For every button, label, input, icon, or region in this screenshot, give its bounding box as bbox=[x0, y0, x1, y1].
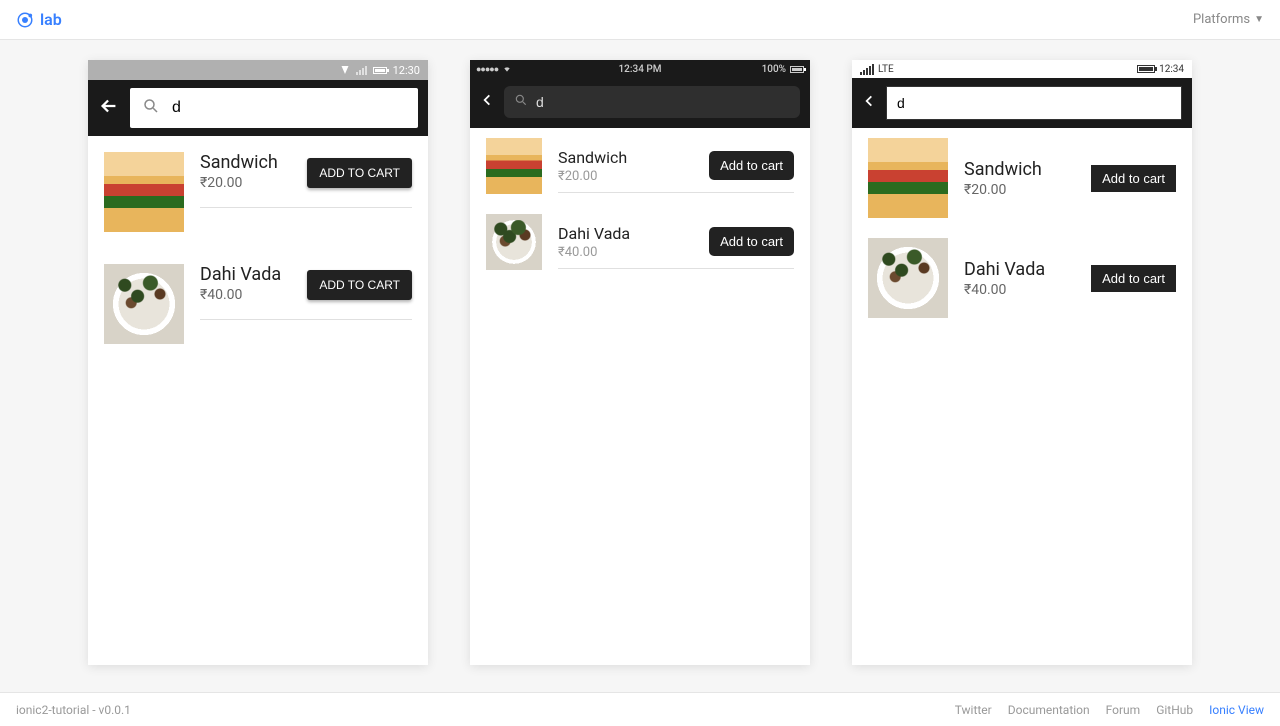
list-item[interactable]: Sandwich ₹20.00 ADD TO CART bbox=[88, 136, 428, 248]
link-ionic-view[interactable]: Ionic View bbox=[1209, 703, 1264, 717]
ios-device: ●●●●● 12:34 PM 100% bbox=[470, 60, 810, 665]
link-documentation[interactable]: Documentation bbox=[1008, 703, 1090, 717]
signal-icon bbox=[860, 64, 874, 75]
ios-time: 12:34 PM bbox=[470, 64, 810, 75]
item-thumbnail bbox=[868, 138, 948, 218]
footer-links: Twitter Documentation Forum GitHub Ionic… bbox=[955, 703, 1264, 717]
lab-footer: ionic2-tutorial - v0.0.1 Twitter Documen… bbox=[0, 692, 1280, 726]
add-to-cart-button[interactable]: Add to cart bbox=[1091, 265, 1176, 292]
wifi-icon bbox=[502, 65, 512, 73]
wp-searchbar[interactable] bbox=[886, 86, 1182, 120]
signal-icon bbox=[356, 66, 367, 75]
battery-icon bbox=[373, 67, 387, 74]
search-input[interactable] bbox=[172, 99, 406, 117]
ios-content: Sandwich ₹20.00 Add to cart Dahi Vada ₹4… bbox=[470, 128, 810, 665]
android-device: 12:30 Sandwich ₹20.00 AD bbox=[88, 60, 428, 665]
search-icon bbox=[514, 93, 528, 111]
logo-text: lab bbox=[40, 10, 62, 29]
ios-searchbar[interactable] bbox=[504, 86, 800, 118]
lab-topbar: lab Platforms ▼ bbox=[0, 0, 1280, 40]
item-price: ₹40.00 bbox=[558, 245, 630, 260]
item-title: Dahi Vada bbox=[964, 259, 1045, 280]
chevron-down-icon: ▼ bbox=[1254, 14, 1264, 25]
battery-icon bbox=[790, 66, 804, 73]
wp-statusbar: LTE 12:34 bbox=[852, 60, 1192, 78]
ios-statusbar: ●●●●● 12:34 PM 100% bbox=[470, 60, 810, 78]
android-time: 12:30 bbox=[393, 64, 420, 77]
wp-header bbox=[852, 78, 1192, 128]
add-to-cart-button[interactable]: ADD TO CART bbox=[307, 270, 412, 300]
item-thumbnail bbox=[104, 152, 184, 232]
search-input[interactable] bbox=[897, 95, 1171, 111]
list-item[interactable]: Sandwich ₹20.00 Add to cart bbox=[470, 128, 810, 204]
list-item[interactable]: Dahi Vada ₹40.00 Add to cart bbox=[852, 228, 1192, 328]
item-thumbnail bbox=[486, 214, 542, 270]
back-chevron-icon[interactable] bbox=[862, 91, 876, 115]
search-icon bbox=[142, 97, 160, 119]
wp-time: 12:34 bbox=[1159, 64, 1184, 75]
android-statusbar: 12:30 bbox=[88, 60, 428, 80]
item-title: Sandwich bbox=[964, 159, 1042, 180]
lab-logo[interactable]: lab bbox=[16, 10, 62, 29]
android-content: Sandwich ₹20.00 ADD TO CART Dahi Vada ₹4… bbox=[88, 136, 428, 665]
add-to-cart-button[interactable]: Add to cart bbox=[709, 151, 794, 180]
back-arrow-icon[interactable] bbox=[98, 95, 120, 121]
list-item[interactable]: Dahi Vada ₹40.00 ADD TO CART bbox=[88, 248, 428, 360]
item-price: ₹20.00 bbox=[558, 169, 627, 184]
item-thumbnail bbox=[486, 138, 542, 194]
battery-percent: 100% bbox=[762, 64, 786, 75]
item-title: Sandwich bbox=[200, 152, 278, 173]
item-price: ₹40.00 bbox=[200, 287, 281, 303]
search-input[interactable] bbox=[536, 94, 790, 110]
ios-header bbox=[470, 78, 810, 128]
wifi-icon bbox=[341, 66, 348, 74]
item-title: Sandwich bbox=[558, 148, 627, 167]
item-price: ₹40.00 bbox=[964, 282, 1045, 298]
item-price: ₹20.00 bbox=[200, 175, 278, 191]
app-info: ionic2-tutorial - v0.0.1 bbox=[16, 703, 131, 717]
list-item[interactable]: Dahi Vada ₹40.00 Add to cart bbox=[470, 204, 810, 280]
wp-device: LTE 12:34 Sandwich ₹20.00 bbox=[852, 60, 1192, 665]
wp-content: Sandwich ₹20.00 Add to cart Dahi Vada ₹4… bbox=[852, 128, 1192, 665]
item-thumbnail bbox=[104, 264, 184, 344]
add-to-cart-button[interactable]: ADD TO CART bbox=[307, 158, 412, 188]
list-item[interactable]: Sandwich ₹20.00 Add to cart bbox=[852, 128, 1192, 228]
link-github[interactable]: GitHub bbox=[1156, 703, 1193, 717]
carrier-dots-icon: ●●●●● bbox=[476, 64, 498, 75]
carrier-label: LTE bbox=[878, 64, 894, 75]
platforms-dropdown[interactable]: Platforms ▼ bbox=[1193, 12, 1264, 27]
android-searchbar[interactable] bbox=[130, 88, 418, 128]
link-forum[interactable]: Forum bbox=[1106, 703, 1141, 717]
back-chevron-icon[interactable] bbox=[480, 90, 494, 114]
item-title: Dahi Vada bbox=[558, 224, 630, 243]
add-to-cart-button[interactable]: Add to cart bbox=[709, 227, 794, 256]
item-price: ₹20.00 bbox=[964, 182, 1042, 198]
ionic-logo-icon bbox=[16, 11, 34, 29]
item-title: Dahi Vada bbox=[200, 264, 281, 285]
platforms-label: Platforms bbox=[1193, 12, 1250, 27]
battery-icon bbox=[1137, 65, 1155, 73]
android-header bbox=[88, 80, 428, 136]
link-twitter[interactable]: Twitter bbox=[955, 703, 992, 717]
add-to-cart-button[interactable]: Add to cart bbox=[1091, 165, 1176, 192]
item-thumbnail bbox=[868, 238, 948, 318]
device-canvas: 12:30 Sandwich ₹20.00 AD bbox=[0, 40, 1280, 692]
